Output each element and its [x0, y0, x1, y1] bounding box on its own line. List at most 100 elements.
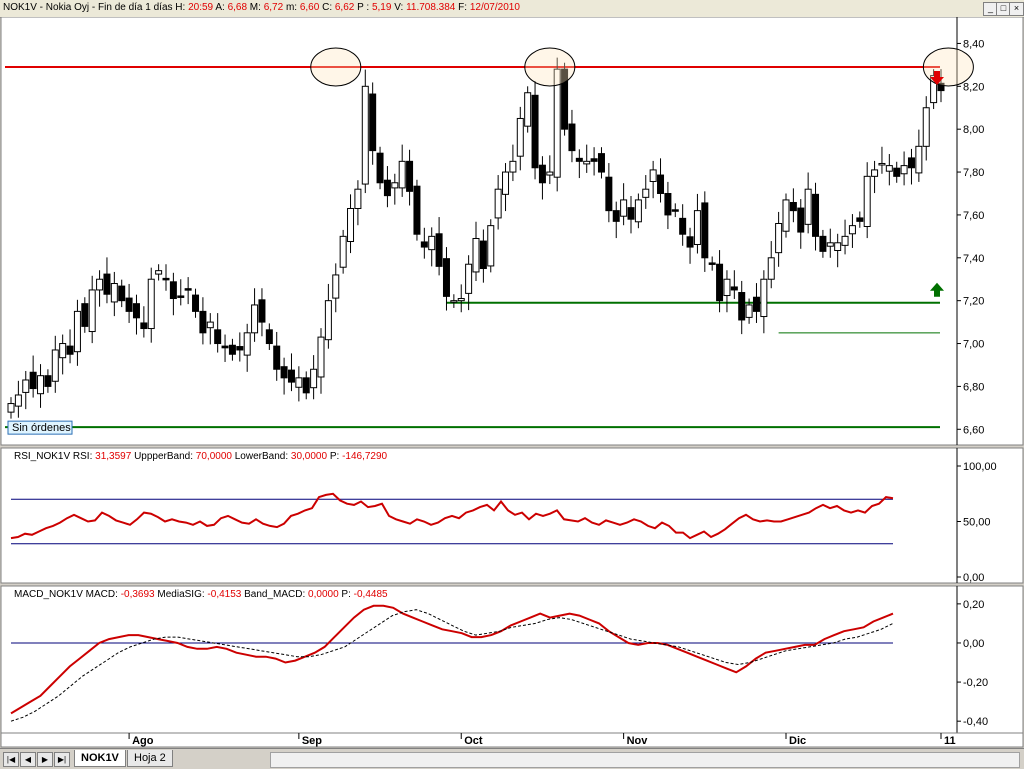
quote-value: 11.708.384	[406, 2, 456, 13]
candle-body	[169, 281, 177, 300]
candle-body	[88, 289, 96, 333]
next-sheet-button[interactable]: ▶	[37, 752, 53, 767]
candle-body	[494, 188, 502, 219]
rsi-y-tick-label: 100,00	[963, 461, 997, 473]
prev-sheet-button[interactable]: ◀	[20, 752, 36, 767]
candle-body	[819, 235, 827, 252]
quote-label: F:	[455, 2, 470, 13]
candle-body	[302, 377, 310, 394]
close-button[interactable]: ×	[1009, 2, 1024, 16]
candle-body	[428, 235, 436, 251]
macd-header-label: MediaSIG:	[155, 589, 208, 600]
last-icon: ▶|	[57, 755, 67, 764]
macd-header-value: -0,3693	[121, 589, 155, 600]
horizontal-scrollbar[interactable]	[270, 752, 1020, 768]
rsi-header-value: 70,0000	[196, 451, 233, 462]
candle-body	[177, 295, 185, 298]
candle-body	[29, 371, 37, 390]
order-status-badge[interactable]: Sin órdenes	[7, 420, 73, 435]
quote-label: P :	[354, 2, 372, 13]
quote-label: m:	[283, 2, 300, 13]
rsi-panel[interactable]: RSI_NOK1V RSI: 31,3597 UppperBand: 70,00…	[0, 447, 1024, 584]
candle-body	[310, 368, 318, 389]
candle-body	[900, 165, 908, 175]
candle-body	[295, 377, 303, 388]
candle-body	[103, 273, 111, 295]
x-axis-label: Ago	[132, 735, 154, 747]
x-axis: Ago Sep Oct Nov Dic 11	[0, 732, 1024, 748]
candle-body	[435, 233, 443, 267]
price-y-tick-label: 8,20	[963, 81, 984, 93]
macd-header-label: P:	[339, 589, 354, 600]
rsi-header-label: LowerBand:	[232, 451, 291, 462]
candle-body	[856, 217, 864, 222]
chart-area[interactable]: 8,40 8,20 8,00 7,80 7,60 7,40 7,20 7,00 6,80 6,60…	[0, 17, 1024, 748]
candle-body	[51, 349, 59, 382]
candle-body	[376, 152, 384, 184]
price-y-tick-label: 7,40	[963, 253, 984, 265]
candle-body	[686, 236, 694, 248]
macd-panel[interactable]: MACD_NOK1V MACD: -0,3693 MediaSIG: -0,41…	[0, 585, 1024, 734]
candle-body	[716, 263, 724, 302]
rsi-header-label: P:	[327, 451, 342, 462]
candle-body	[642, 188, 650, 198]
candle-body	[782, 199, 790, 232]
candle-body	[59, 343, 67, 359]
macd-header-value: 0,0000	[308, 589, 339, 600]
candle-body	[583, 160, 591, 165]
candle-body	[383, 179, 391, 197]
x-axis-label: Dic	[789, 735, 806, 747]
quote-value: 6,68	[227, 2, 248, 13]
candle-body	[907, 157, 915, 169]
sheet-tab-bar: |◀ ◀ ▶ ▶| NOK1V Hoja 2	[0, 748, 1024, 769]
candle-body	[398, 160, 406, 189]
candle-body	[848, 225, 856, 235]
tab-hoja-2[interactable]: Hoja 2	[127, 750, 173, 767]
candle-body	[442, 258, 450, 297]
candle-body	[634, 199, 642, 223]
quote-label: C:	[319, 2, 335, 13]
macd-header-label: Band_MACD:	[241, 589, 308, 600]
candle-body	[524, 92, 532, 127]
minimize-icon: _	[987, 3, 993, 13]
candle-body	[140, 322, 148, 330]
x-axis-background	[0, 732, 1024, 748]
quote-label: H:	[175, 2, 189, 13]
tab-nok1v[interactable]: NOK1V	[74, 750, 126, 767]
candle-body	[701, 202, 709, 259]
candle-body	[738, 292, 746, 321]
candle-body	[73, 310, 81, 353]
price-panel[interactable]: 8,40 8,20 8,00 7,80 7,60 7,40 7,20 7,00 6,80 6,60…	[0, 17, 1024, 446]
tab-nok1v-label: NOK1V	[81, 752, 119, 764]
candle-body	[612, 210, 620, 222]
rsi-header-value: 31,3597	[95, 451, 132, 462]
candle-body	[671, 209, 679, 212]
last-sheet-button[interactable]: ▶|	[54, 752, 70, 767]
quote-label: V:	[391, 2, 407, 13]
candle-body	[479, 240, 487, 270]
price-y-tick-label: 7,00	[963, 339, 984, 351]
candle-body	[693, 210, 701, 246]
quote-header: H: 20:59 A: 6,68 M: 6,72 m: 6,60 C: 6,62…	[175, 2, 520, 13]
candle-body	[723, 278, 731, 297]
candle-body	[214, 329, 222, 345]
candle-body	[273, 345, 281, 370]
candle-body	[472, 238, 480, 273]
candle-body	[516, 117, 524, 157]
title-symbol: NOK1V - Nokia Oyj - Fin de día 1 días	[3, 2, 176, 13]
candle-body	[369, 93, 377, 152]
candle-body	[590, 158, 598, 162]
quote-value: 6,60	[299, 2, 320, 13]
candle-body	[450, 300, 458, 303]
candle-body	[465, 263, 473, 294]
macd-header-value: -0,4153	[207, 589, 241, 600]
first-sheet-button[interactable]: |◀	[3, 752, 19, 767]
resistance-touch-circle	[922, 47, 974, 87]
candle-body	[760, 278, 768, 318]
order-status-badge-label: Sin órdenes	[12, 422, 71, 434]
candle-body	[413, 185, 421, 235]
quote-label: M:	[247, 2, 264, 13]
candle-body	[354, 188, 362, 209]
price-y-tick-label: 7,80	[963, 167, 984, 179]
candle-body	[132, 303, 140, 319]
